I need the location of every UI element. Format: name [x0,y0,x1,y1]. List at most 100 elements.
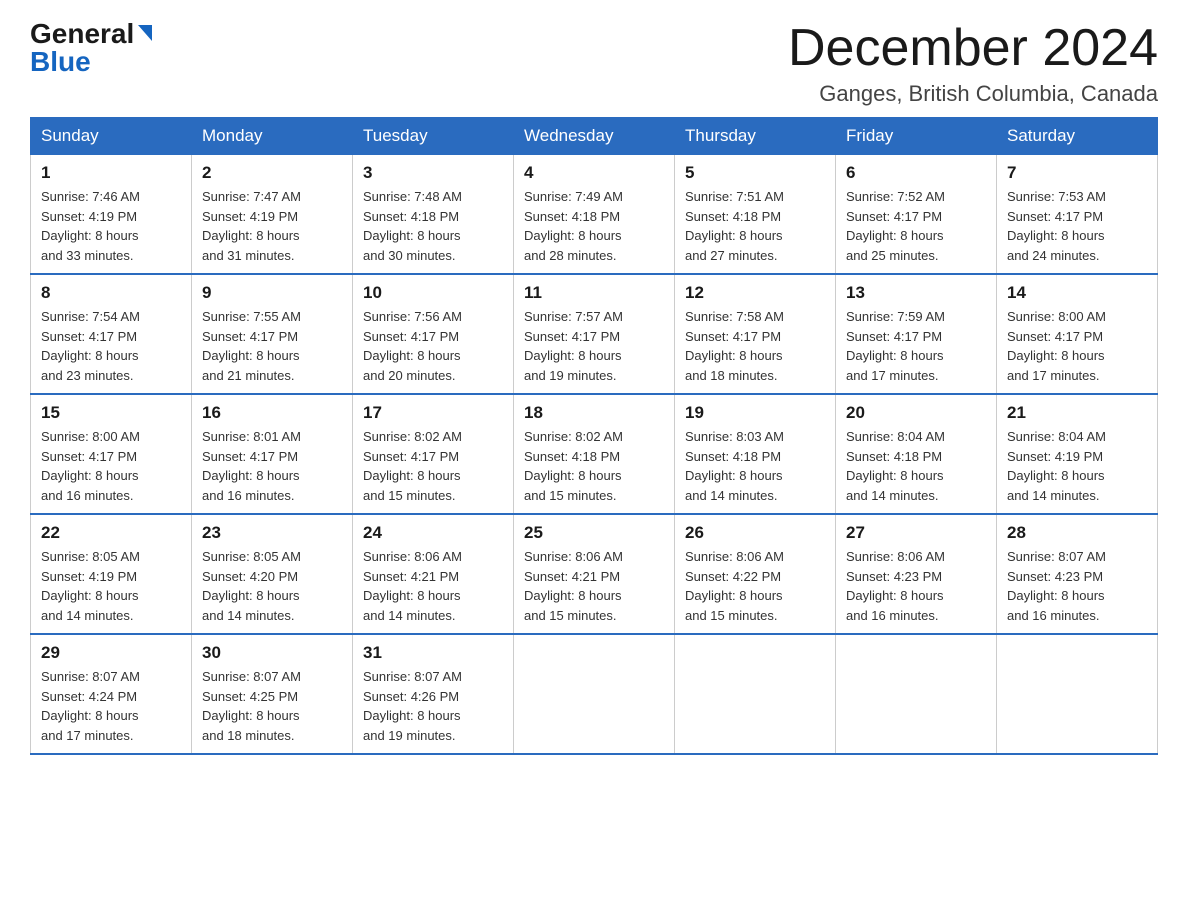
day-info: Sunrise: 7:46 AMSunset: 4:19 PMDaylight:… [41,187,181,265]
day-number: 7 [1007,163,1147,183]
day-info: Sunrise: 7:49 AMSunset: 4:18 PMDaylight:… [524,187,664,265]
calendar-cell: 2 Sunrise: 7:47 AMSunset: 4:19 PMDaylight… [192,155,353,275]
calendar-cell: 6Sunrise: 7:52 AMSunset: 4:17 PMDaylight… [836,155,997,275]
day-info: Sunrise: 8:06 AMSunset: 4:22 PMDaylight:… [685,547,825,625]
weekday-header-monday: Monday [192,118,353,155]
calendar-cell: 27Sunrise: 8:06 AMSunset: 4:23 PMDayligh… [836,514,997,634]
day-number: 28 [1007,523,1147,543]
day-info: Sunrise: 8:07 AMSunset: 4:25 PMDaylight:… [202,667,342,745]
calendar-cell: 18 Sunrise: 8:02 AMSunset: 4:18 PMDayligh… [514,394,675,514]
day-number: 26 [685,523,825,543]
weekday-header-thursday: Thursday [675,118,836,155]
day-number: 22 [41,523,181,543]
day-info: Sunrise: 7:53 AMSunset: 4:17 PMDaylight:… [1007,187,1147,265]
day-info: Sunrise: 8:06 AMSunset: 4:23 PMDaylight:… [846,547,986,625]
day-number: 12 [685,283,825,303]
day-info: Sunrise: 8:04 AMSunset: 4:19 PMDaylight:… [1007,427,1147,505]
day-number: 10 [363,283,503,303]
month-title: December 2024 [788,20,1158,77]
day-info: Sunrise: 7:58 AMSunset: 4:17 PMDaylight:… [685,307,825,385]
day-number: 20 [846,403,986,423]
weekday-header-tuesday: Tuesday [353,118,514,155]
calendar-cell: 7 Sunrise: 7:53 AMSunset: 4:17 PMDaylight… [997,155,1158,275]
calendar-cell: 23 Sunrise: 8:05 AMSunset: 4:20 PMDayligh… [192,514,353,634]
calendar-cell: 14 Sunrise: 8:00 AMSunset: 4:17 PMDayligh… [997,274,1158,394]
day-number: 29 [41,643,181,663]
day-number: 3 [363,163,503,183]
weekday-header-sunday: Sunday [31,118,192,155]
day-info: Sunrise: 8:01 AMSunset: 4:17 PMDaylight:… [202,427,342,505]
day-number: 4 [524,163,664,183]
day-number: 24 [363,523,503,543]
calendar-week-row: 8 Sunrise: 7:54 AMSunset: 4:17 PMDaylight… [31,274,1158,394]
day-number: 31 [363,643,503,663]
logo: General Blue [30,20,158,76]
logo-text-general: General [30,20,134,48]
day-info: Sunrise: 7:55 AMSunset: 4:17 PMDaylight:… [202,307,342,385]
calendar-cell [514,634,675,754]
day-info: Sunrise: 8:03 AMSunset: 4:18 PMDaylight:… [685,427,825,505]
calendar-cell: 1Sunrise: 7:46 AMSunset: 4:19 PMDaylight… [31,155,192,275]
day-number: 18 [524,403,664,423]
calendar-cell: 10 Sunrise: 7:56 AMSunset: 4:17 PMDayligh… [353,274,514,394]
calendar-cell [997,634,1158,754]
weekday-header-saturday: Saturday [997,118,1158,155]
day-number: 17 [363,403,503,423]
calendar-cell [836,634,997,754]
calendar-cell: 8 Sunrise: 7:54 AMSunset: 4:17 PMDaylight… [31,274,192,394]
day-info: Sunrise: 8:06 AMSunset: 4:21 PMDaylight:… [524,547,664,625]
calendar-cell: 22Sunrise: 8:05 AMSunset: 4:19 PMDayligh… [31,514,192,634]
logo-triangle-icon [134,23,156,45]
day-number: 8 [41,283,181,303]
day-number: 23 [202,523,342,543]
day-number: 13 [846,283,986,303]
calendar-cell: 12 Sunrise: 7:58 AMSunset: 4:17 PMDayligh… [675,274,836,394]
calendar-cell: 28Sunrise: 8:07 AMSunset: 4:23 PMDayligh… [997,514,1158,634]
weekday-header-row: SundayMondayTuesdayWednesdayThursdayFrid… [31,118,1158,155]
calendar-cell: 25 Sunrise: 8:06 AMSunset: 4:21 PMDayligh… [514,514,675,634]
day-info: Sunrise: 8:07 AMSunset: 4:26 PMDaylight:… [363,667,503,745]
location-title: Ganges, British Columbia, Canada [788,81,1158,107]
day-info: Sunrise: 7:57 AMSunset: 4:17 PMDaylight:… [524,307,664,385]
day-number: 19 [685,403,825,423]
calendar-cell: 16 Sunrise: 8:01 AMSunset: 4:17 PMDayligh… [192,394,353,514]
calendar-cell: 9Sunrise: 7:55 AMSunset: 4:17 PMDaylight… [192,274,353,394]
day-info: Sunrise: 7:48 AMSunset: 4:18 PMDaylight:… [363,187,503,265]
day-info: Sunrise: 7:51 AMSunset: 4:18 PMDaylight:… [685,187,825,265]
day-info: Sunrise: 7:54 AMSunset: 4:17 PMDaylight:… [41,307,181,385]
calendar-table: SundayMondayTuesdayWednesdayThursdayFrid… [30,117,1158,755]
day-info: Sunrise: 7:52 AMSunset: 4:17 PMDaylight:… [846,187,986,265]
day-number: 16 [202,403,342,423]
day-info: Sunrise: 7:47 AMSunset: 4:19 PMDaylight:… [202,187,342,265]
day-number: 5 [685,163,825,183]
day-info: Sunrise: 8:00 AMSunset: 4:17 PMDaylight:… [1007,307,1147,385]
calendar-cell: 29 Sunrise: 8:07 AMSunset: 4:24 PMDayligh… [31,634,192,754]
calendar-cell: 20Sunrise: 8:04 AMSunset: 4:18 PMDayligh… [836,394,997,514]
calendar-cell: 11Sunrise: 7:57 AMSunset: 4:17 PMDayligh… [514,274,675,394]
day-info: Sunrise: 8:00 AMSunset: 4:17 PMDaylight:… [41,427,181,505]
day-info: Sunrise: 8:02 AMSunset: 4:17 PMDaylight:… [363,427,503,505]
calendar-cell: 30Sunrise: 8:07 AMSunset: 4:25 PMDayligh… [192,634,353,754]
weekday-header-friday: Friday [836,118,997,155]
day-info: Sunrise: 7:59 AMSunset: 4:17 PMDaylight:… [846,307,986,385]
day-info: Sunrise: 8:07 AMSunset: 4:24 PMDaylight:… [41,667,181,745]
calendar-cell: 26 Sunrise: 8:06 AMSunset: 4:22 PMDayligh… [675,514,836,634]
day-info: Sunrise: 8:05 AMSunset: 4:20 PMDaylight:… [202,547,342,625]
day-info: Sunrise: 8:02 AMSunset: 4:18 PMDaylight:… [524,427,664,505]
day-number: 14 [1007,283,1147,303]
calendar-cell: 5 Sunrise: 7:51 AMSunset: 4:18 PMDaylight… [675,155,836,275]
day-number: 2 [202,163,342,183]
calendar-cell: 13 Sunrise: 7:59 AMSunset: 4:17 PMDayligh… [836,274,997,394]
day-info: Sunrise: 7:56 AMSunset: 4:17 PMDaylight:… [363,307,503,385]
calendar-week-row: 1Sunrise: 7:46 AMSunset: 4:19 PMDaylight… [31,155,1158,275]
day-number: 25 [524,523,664,543]
calendar-cell: 31 Sunrise: 8:07 AMSunset: 4:26 PMDayligh… [353,634,514,754]
calendar-cell: 17 Sunrise: 8:02 AMSunset: 4:17 PMDayligh… [353,394,514,514]
calendar-cell: 3 Sunrise: 7:48 AMSunset: 4:18 PMDaylight… [353,155,514,275]
calendar-week-row: 29 Sunrise: 8:07 AMSunset: 4:24 PMDayligh… [31,634,1158,754]
page-header: General Blue December 2024 Ganges, Briti… [30,20,1158,107]
day-number: 15 [41,403,181,423]
calendar-cell [675,634,836,754]
calendar-cell: 4 Sunrise: 7:49 AMSunset: 4:18 PMDaylight… [514,155,675,275]
calendar-cell: 15 Sunrise: 8:00 AMSunset: 4:17 PMDayligh… [31,394,192,514]
